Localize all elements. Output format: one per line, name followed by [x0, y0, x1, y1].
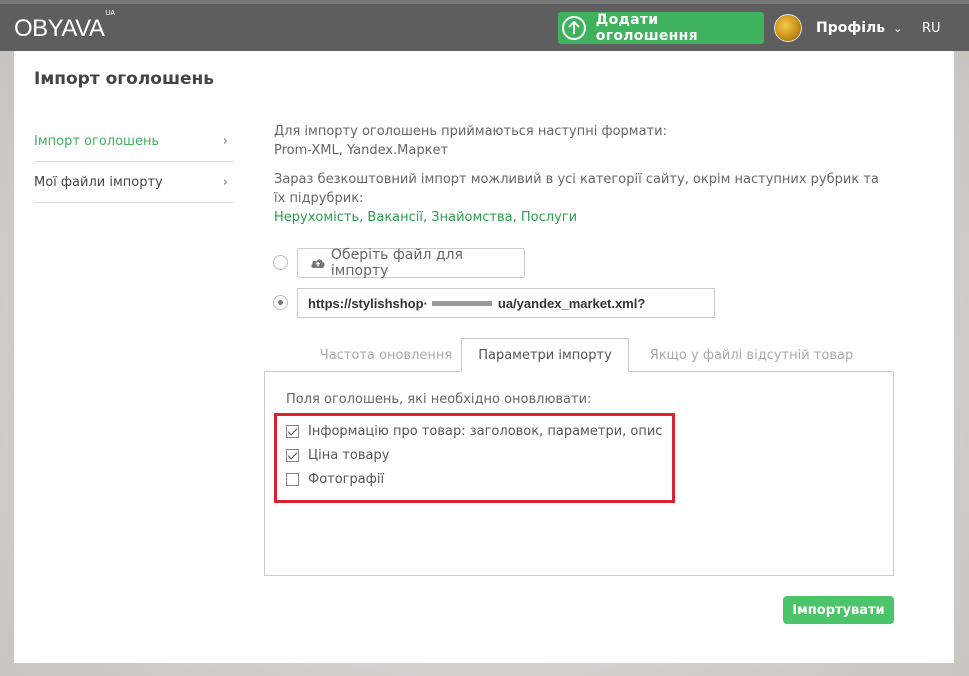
- highlight-box: [274, 413, 675, 503]
- free-import-line: Зараз безкоштовний імпорт можливий в усі…: [274, 172, 879, 187]
- formats-info: Для імпорту оголошень приймаються наступ…: [274, 122, 667, 160]
- url-source-radio[interactable]: [273, 295, 288, 310]
- redacted-segment: [431, 300, 492, 306]
- sidebar-item-import[interactable]: Імпорт оголошень ›: [34, 121, 234, 162]
- cloud-upload-icon: [311, 259, 325, 268]
- free-import-info: Зараз безкоштовний імпорт можливий в усі…: [274, 170, 879, 227]
- tab-missing-product[interactable]: Якщо у файлі відсутній товар: [644, 338, 859, 372]
- chevron-right-icon: ›: [222, 174, 228, 190]
- sidebar-item-label: Імпорт оголошень: [34, 133, 160, 149]
- language-switch[interactable]: RU: [922, 21, 941, 36]
- tab-label: Якщо у файлі відсутній товар: [649, 347, 854, 363]
- tab-label: Параметри імпорту: [478, 347, 612, 363]
- url-prefix: https://stylishshop·: [308, 295, 428, 311]
- page-title: Імпорт оголошень: [34, 69, 215, 89]
- chevron-right-icon: ›: [222, 133, 228, 149]
- logo[interactable]: OBYAVAUA: [14, 10, 115, 43]
- sidebar-item-my-files[interactable]: Мої файли імпорту ›: [34, 162, 234, 203]
- file-source-radio[interactable]: [273, 255, 288, 270]
- tab-import-params[interactable]: Параметри імпорту: [461, 338, 629, 372]
- add-listing-button[interactable]: Додати оголошення: [558, 12, 764, 44]
- main-panel: Імпорт оголошень Імпорт оголошень › Мої …: [14, 51, 954, 663]
- excluded-categories: Нерухомість, Вакансії, Знайомства, Послу…: [274, 210, 578, 225]
- formats-list: Prom-XML, Yandex.Маркет: [274, 143, 449, 158]
- import-button[interactable]: Імпортувати: [783, 596, 894, 624]
- tab-update-frequency[interactable]: Частота оновлення: [296, 338, 476, 372]
- chevron-down-icon: ⌄: [893, 22, 903, 35]
- profile-menu[interactable]: Профіль ⌄: [816, 20, 902, 36]
- avatar[interactable]: [774, 14, 802, 42]
- top-bar: OBYAVAUA Додати оголошення Профіль ⌄ RU: [0, 0, 969, 51]
- sidebar-item-label: Мої файли імпорту: [34, 174, 163, 190]
- choose-file-label: Оберіть файл для імпорту: [330, 247, 463, 279]
- arrow-up-icon: [562, 16, 586, 40]
- add-listing-label: Додати оголошення: [595, 12, 698, 44]
- free-import-line-2: їх підрубрик:: [274, 191, 364, 206]
- choose-file-button[interactable]: Оберіть файл для імпорту: [297, 247, 525, 279]
- fields-label: Поля оголошень, які необхідно оновлювати…: [286, 392, 592, 407]
- tab-label: Частота оновлення: [319, 347, 453, 363]
- url-suffix: ua/yandex_market.xml?: [497, 295, 646, 311]
- url-input[interactable]: https://stylishshop· ua/yandex_market.xm…: [297, 288, 715, 318]
- formats-line: Для імпорту оголошень приймаються наступ…: [274, 124, 667, 139]
